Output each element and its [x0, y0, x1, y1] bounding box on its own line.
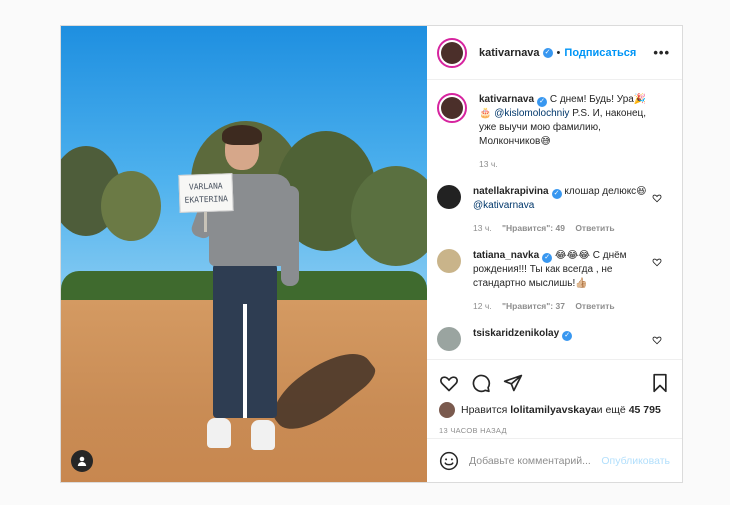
follow-button[interactable]: Подписаться — [564, 47, 636, 59]
person-shoe — [207, 418, 231, 448]
sign-text-line: EKATERINA — [184, 194, 229, 205]
heart-icon[interactable] — [439, 373, 459, 393]
verified-icon: ✓ — [542, 47, 553, 58]
comment-likes[interactable]: "Нравится": 37 — [502, 301, 565, 311]
heart-icon[interactable] — [652, 193, 662, 203]
comment-body: tsiskaridzenikolay ✓ — [473, 327, 648, 351]
avatar[interactable] — [437, 327, 461, 351]
caption: kativarnava ✓ С днем! Будь! Ура🎉🎂 @kislom… — [437, 93, 670, 171]
likes-user[interactable]: lolitamilyavskaya — [510, 404, 596, 416]
likes-middle: и ещё — [596, 404, 626, 416]
verified-icon: ✓ — [551, 189, 562, 199]
reply-button[interactable]: Ответить — [575, 223, 614, 233]
post-photo[interactable]: VARLANA EKATERINA — [61, 26, 427, 482]
person-shoe — [251, 420, 275, 450]
heart-icon[interactable] — [652, 257, 662, 267]
person-hair — [222, 125, 262, 145]
emoji-icon[interactable] — [439, 451, 459, 471]
caption-mention[interactable]: @kislomolochniy — [494, 108, 569, 119]
tree — [101, 171, 161, 241]
save-icon[interactable] — [650, 373, 670, 393]
caption-username[interactable]: kativarnava — [479, 94, 534, 105]
sign-stick — [204, 212, 207, 232]
avatar[interactable] — [437, 185, 461, 209]
comment-input[interactable] — [469, 454, 599, 467]
user-tag-button[interactable] — [71, 450, 93, 472]
comment-row: tatiana_navka ✓ 😂😂😂 С днём рождения!!! Ты… — [437, 249, 670, 313]
post-sidebar: kativarnava ✓ • Подписаться ••• kativarn… — [427, 26, 682, 482]
comment-text: клошар делюкс😆 — [561, 186, 647, 197]
comment-body: tatiana_navka ✓ 😂😂😂 С днём рождения!!! Ты… — [473, 249, 648, 313]
heart-icon[interactable] — [652, 335, 662, 345]
share-icon[interactable] — [503, 373, 523, 393]
avatar[interactable] — [437, 37, 467, 68]
instagram-post: VARLANA EKATERINA kativarnava ✓ • Подпис… — [60, 25, 683, 483]
comment-row: natellakrapivina ✓ клошар делюкс😆 @kativa… — [437, 185, 670, 235]
caption-body: kativarnava ✓ С днем! Будь! Ура🎉🎂 @kislom… — [479, 93, 654, 171]
action-icons — [439, 370, 670, 396]
comment-mention[interactable]: @kativarnava — [473, 200, 534, 211]
dot-separator: • — [556, 46, 561, 59]
more-icon[interactable]: ••• — [653, 45, 670, 60]
name-sign: VARLANA EKATERINA — [178, 173, 234, 213]
caption-meta: 13 ч. — [479, 157, 654, 171]
likes-count[interactable]: 45 795 — [629, 404, 661, 416]
comment-meta: 12 ч. "Нравится": 37 Ответить — [473, 299, 648, 313]
likes-summary: Нравится lolitamilyavskaya и ещё 45 795 — [439, 402, 670, 418]
post-header: kativarnava ✓ • Подписаться ••• — [427, 26, 682, 80]
avatar[interactable] — [437, 93, 467, 123]
comments-list[interactable]: kativarnava ✓ С днем! Будь! Ура🎉🎂 @kislom… — [427, 81, 682, 359]
header-username[interactable]: kativarnava — [479, 47, 540, 59]
comment-icon[interactable] — [471, 373, 491, 393]
comment-body: natellakrapivina ✓ клошар делюкс😆 @kativa… — [473, 185, 648, 235]
publish-button[interactable]: Опубликовать — [601, 455, 670, 467]
comment-time[interactable]: 13 ч. — [473, 223, 492, 233]
comment-meta: 13 ч. "Нравится": 49 Ответить — [473, 221, 648, 235]
user-tag-icon — [77, 456, 87, 466]
comment-likes[interactable]: "Нравится": 49 — [502, 223, 565, 233]
comment-username[interactable]: tatiana_navka — [473, 250, 539, 261]
comment-time[interactable]: 12 ч. — [473, 301, 492, 311]
verified-icon: ✓ — [542, 253, 553, 263]
likes-prefix: Нравится — [461, 404, 508, 416]
comment-username[interactable]: tsiskaridzenikolay — [473, 328, 559, 339]
reply-button[interactable]: Ответить — [575, 301, 614, 311]
caption-time[interactable]: 13 ч. — [479, 159, 498, 169]
post-timestamp[interactable]: 13 ЧАСОВ НАЗАД — [439, 426, 670, 435]
avatar[interactable] — [437, 249, 461, 273]
comment-username[interactable]: natellakrapivina — [473, 186, 549, 197]
comment-row: tsiskaridzenikolay ✓ — [437, 327, 670, 351]
post-actions: Нравится lolitamilyavskaya и ещё 45 795 … — [427, 359, 682, 435]
add-comment-bar: Опубликовать — [427, 438, 682, 482]
avatar[interactable] — [439, 402, 455, 418]
verified-icon: ✓ — [562, 331, 573, 341]
person-legs — [213, 264, 277, 418]
verified-icon: ✓ — [537, 97, 548, 107]
